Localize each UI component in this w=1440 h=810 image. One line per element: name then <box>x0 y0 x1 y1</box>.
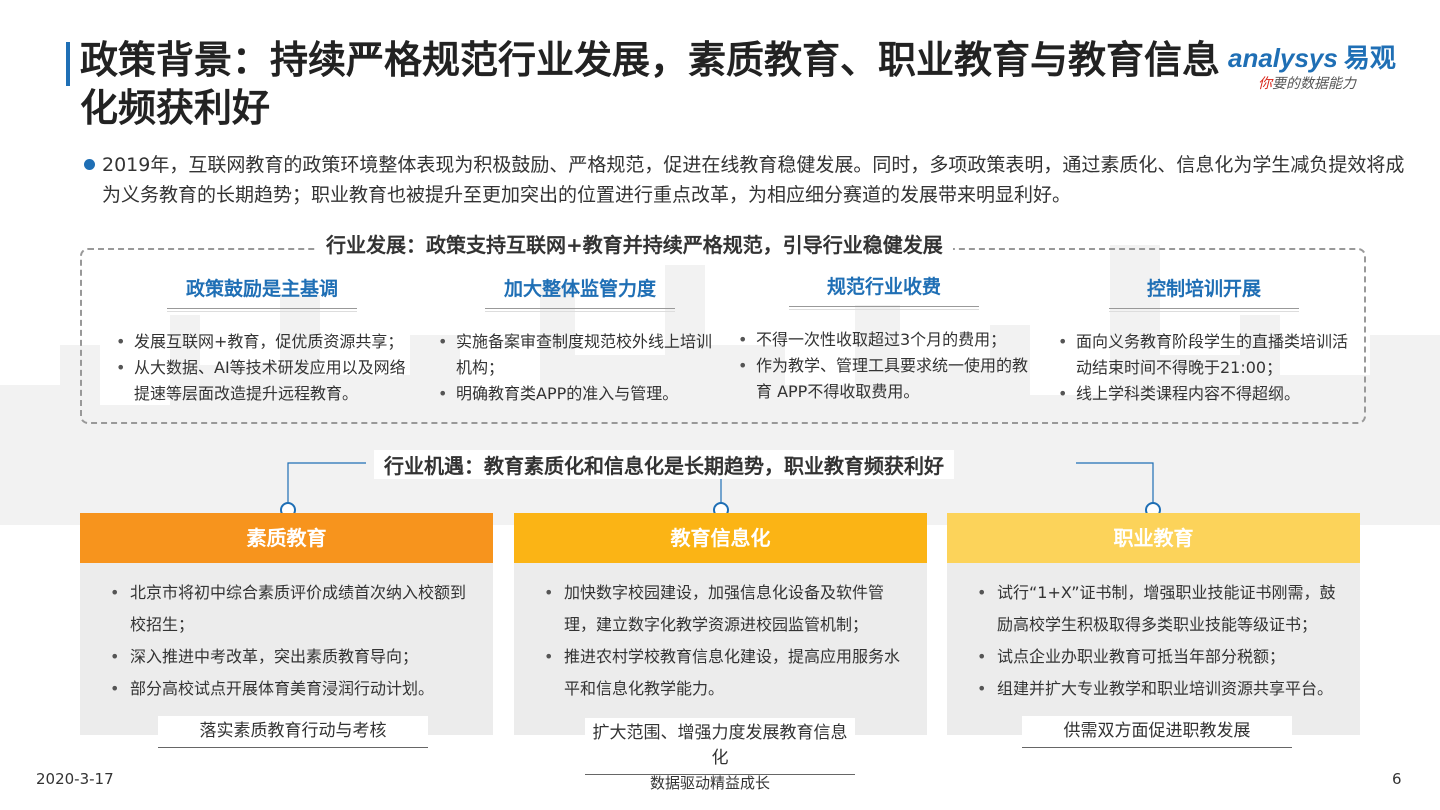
card-footer-text: 落实素质教育行动与考核 <box>199 721 387 741</box>
list-item: 试点企业办职业教育可抵当年部分税额； <box>975 641 1340 673</box>
section-industry-opportunity-title: 行业机遇：教育素质化和信息化是长期趋势，职业教育频获利好 <box>374 450 954 479</box>
heading-underline <box>167 308 357 309</box>
intro-paragraph: 2019年，互联网教育的政策环境整体表现为积极鼓励、严格规范，促进在线教育稳健发… <box>84 150 1414 210</box>
column-heading: 规范行业收费 <box>826 276 941 298</box>
card-footer-vocational: 供需双方面促进职教发展 <box>1022 716 1292 748</box>
column-heading: 加大整体监管力度 <box>503 278 656 300</box>
list-item: 试行“1+X”证书制，增强职业技能证书刚需，鼓励高校学生积极取得多类职业技能等级… <box>975 577 1340 641</box>
heading-underline <box>485 308 675 309</box>
list-item: 从大数据、AI等技术研发应用以及网络提速等层面改造提升远程教育。 <box>112 355 412 407</box>
list-item: 线上学科类课程内容不得超纲。 <box>1054 381 1354 407</box>
logo-slogan-red: 你 <box>1258 76 1272 92</box>
list-item: 作为教学、管理工具要求统一使用的教育 APP不得收取费用。 <box>734 353 1034 405</box>
card-quality-education: 素质教育 北京市将初中综合素质评价成绩首次纳入校额到校招生； 深入推进中考改革，… <box>80 513 493 735</box>
card-footer-quality: 落实素质教育行动与考核 <box>158 716 428 748</box>
heading-underline <box>1109 308 1299 309</box>
logo-brand: analysys <box>1228 43 1338 73</box>
analysys-logo: analysys 易观 你要的数据能力 <box>1228 38 1408 94</box>
list-item: 明确教育类APP的准入与管理。 <box>434 381 726 407</box>
column-heading: 政策鼓励是主基调 <box>185 278 338 300</box>
logo-slogan: 要的数据能力 <box>1272 76 1356 92</box>
title-accent-bar <box>66 42 70 86</box>
intro-text: 2019年，互联网教育的政策环境整体表现为积极鼓励、严格规范，促进在线教育稳健发… <box>102 154 1405 206</box>
logo-brand-cn: 易观 <box>1343 43 1396 73</box>
footer-slogan: 数据驱动精益成长 <box>650 774 771 792</box>
card-heading: 教育信息化 <box>514 513 927 563</box>
card-vocational-education: 职业教育 试行“1+X”证书制，增强职业技能证书刚需，鼓励高校学生积极取得多类职… <box>947 513 1360 735</box>
policy-column-encourage: 政策鼓励是主基调 发展互联网+教育，促优质资源共享； 从大数据、AI等技术研发应… <box>112 274 412 407</box>
policy-column-fees: 规范行业收费 不得一次性收取超过3个月的费用； 作为教学、管理工具要求统一使用的… <box>734 274 1034 405</box>
list-item: 北京市将初中综合素质评价成绩首次纳入校额到校招生； <box>108 577 473 641</box>
bullet-dot-icon <box>84 159 95 170</box>
card-footer-text: 扩大范围、增强力度发展教育信息化 <box>592 723 848 768</box>
list-item: 深入推进中考改革，突出素质教育导向； <box>108 641 473 673</box>
list-item: 组建并扩大专业教学和职业培训资源共享平台。 <box>975 673 1340 705</box>
column-heading: 控制培训开展 <box>1146 278 1261 300</box>
list-item: 推进农村学校教育信息化建设，提高应用服务水平和信息化教学能力。 <box>542 641 907 705</box>
card-footer-text: 供需双方面促进职教发展 <box>1063 721 1251 741</box>
heading-underline <box>789 306 979 307</box>
policy-column-supervision: 加大整体监管力度 实施备案审查制度规范校外线上培训机构； 明确教育类APP的准入… <box>434 274 726 407</box>
card-footer-informatization: 扩大范围、增强力度发展教育信息化 <box>585 718 855 775</box>
card-heading: 职业教育 <box>947 513 1360 563</box>
list-item: 部分高校试点开展体育美育浸润行动计划。 <box>108 673 473 705</box>
policy-column-training: 控制培训开展 面向义务教育阶段学生的直播类培训活动结束时间不得晚于21:00； … <box>1054 274 1354 407</box>
list-item: 发展互联网+教育，促优质资源共享； <box>112 329 412 355</box>
page-title: 政策背景：持续严格规范行业发展，素质教育、职业教育与教育信息化频获利好 <box>80 38 1221 130</box>
list-item: 加快数字校园建设，加强信息化设备及软件管理，建立数字化教学资源进校园监管机制； <box>542 577 907 641</box>
list-item: 不得一次性收取超过3个月的费用； <box>734 327 1034 353</box>
section-industry-development-title: 行业发展：政策支持互联网+教育并持续严格规范，引导行业稳健发展 <box>316 229 953 258</box>
footer-underline <box>158 747 428 748</box>
card-education-informatization: 教育信息化 加快数字校园建设，加强信息化设备及软件管理，建立数字化教学资源进校园… <box>514 513 927 735</box>
page-number: 6 <box>1392 770 1402 788</box>
footer-underline <box>1022 747 1292 748</box>
card-heading: 素质教育 <box>80 513 493 563</box>
footer-date: 2020-3-17 <box>36 770 114 788</box>
list-item: 实施备案审查制度规范校外线上培训机构； <box>434 329 726 381</box>
list-item: 面向义务教育阶段学生的直播类培训活动结束时间不得晚于21:00； <box>1054 329 1354 381</box>
